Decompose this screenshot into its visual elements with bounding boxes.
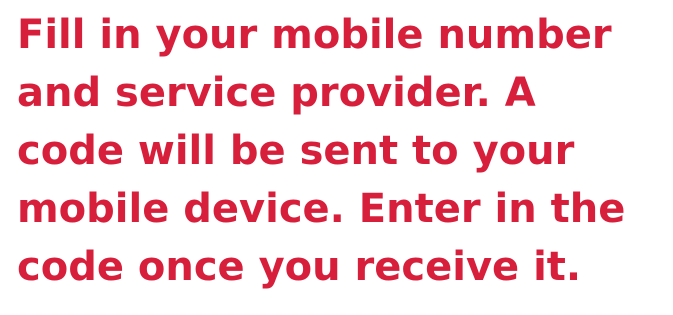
instruction-line-4: mobile device. Enter in the bbox=[17, 186, 626, 232]
instruction-text: Fill in your mobile number and service p… bbox=[17, 6, 673, 296]
instruction-line-2: and service provider. A bbox=[17, 70, 536, 116]
instruction-line-5: code once you receive it. bbox=[17, 244, 582, 290]
instruction-panel: Fill in your mobile number and service p… bbox=[0, 0, 673, 315]
instruction-line-3: code will be sent to your bbox=[17, 128, 575, 174]
instruction-line-1: Fill in your mobile number bbox=[17, 12, 612, 58]
